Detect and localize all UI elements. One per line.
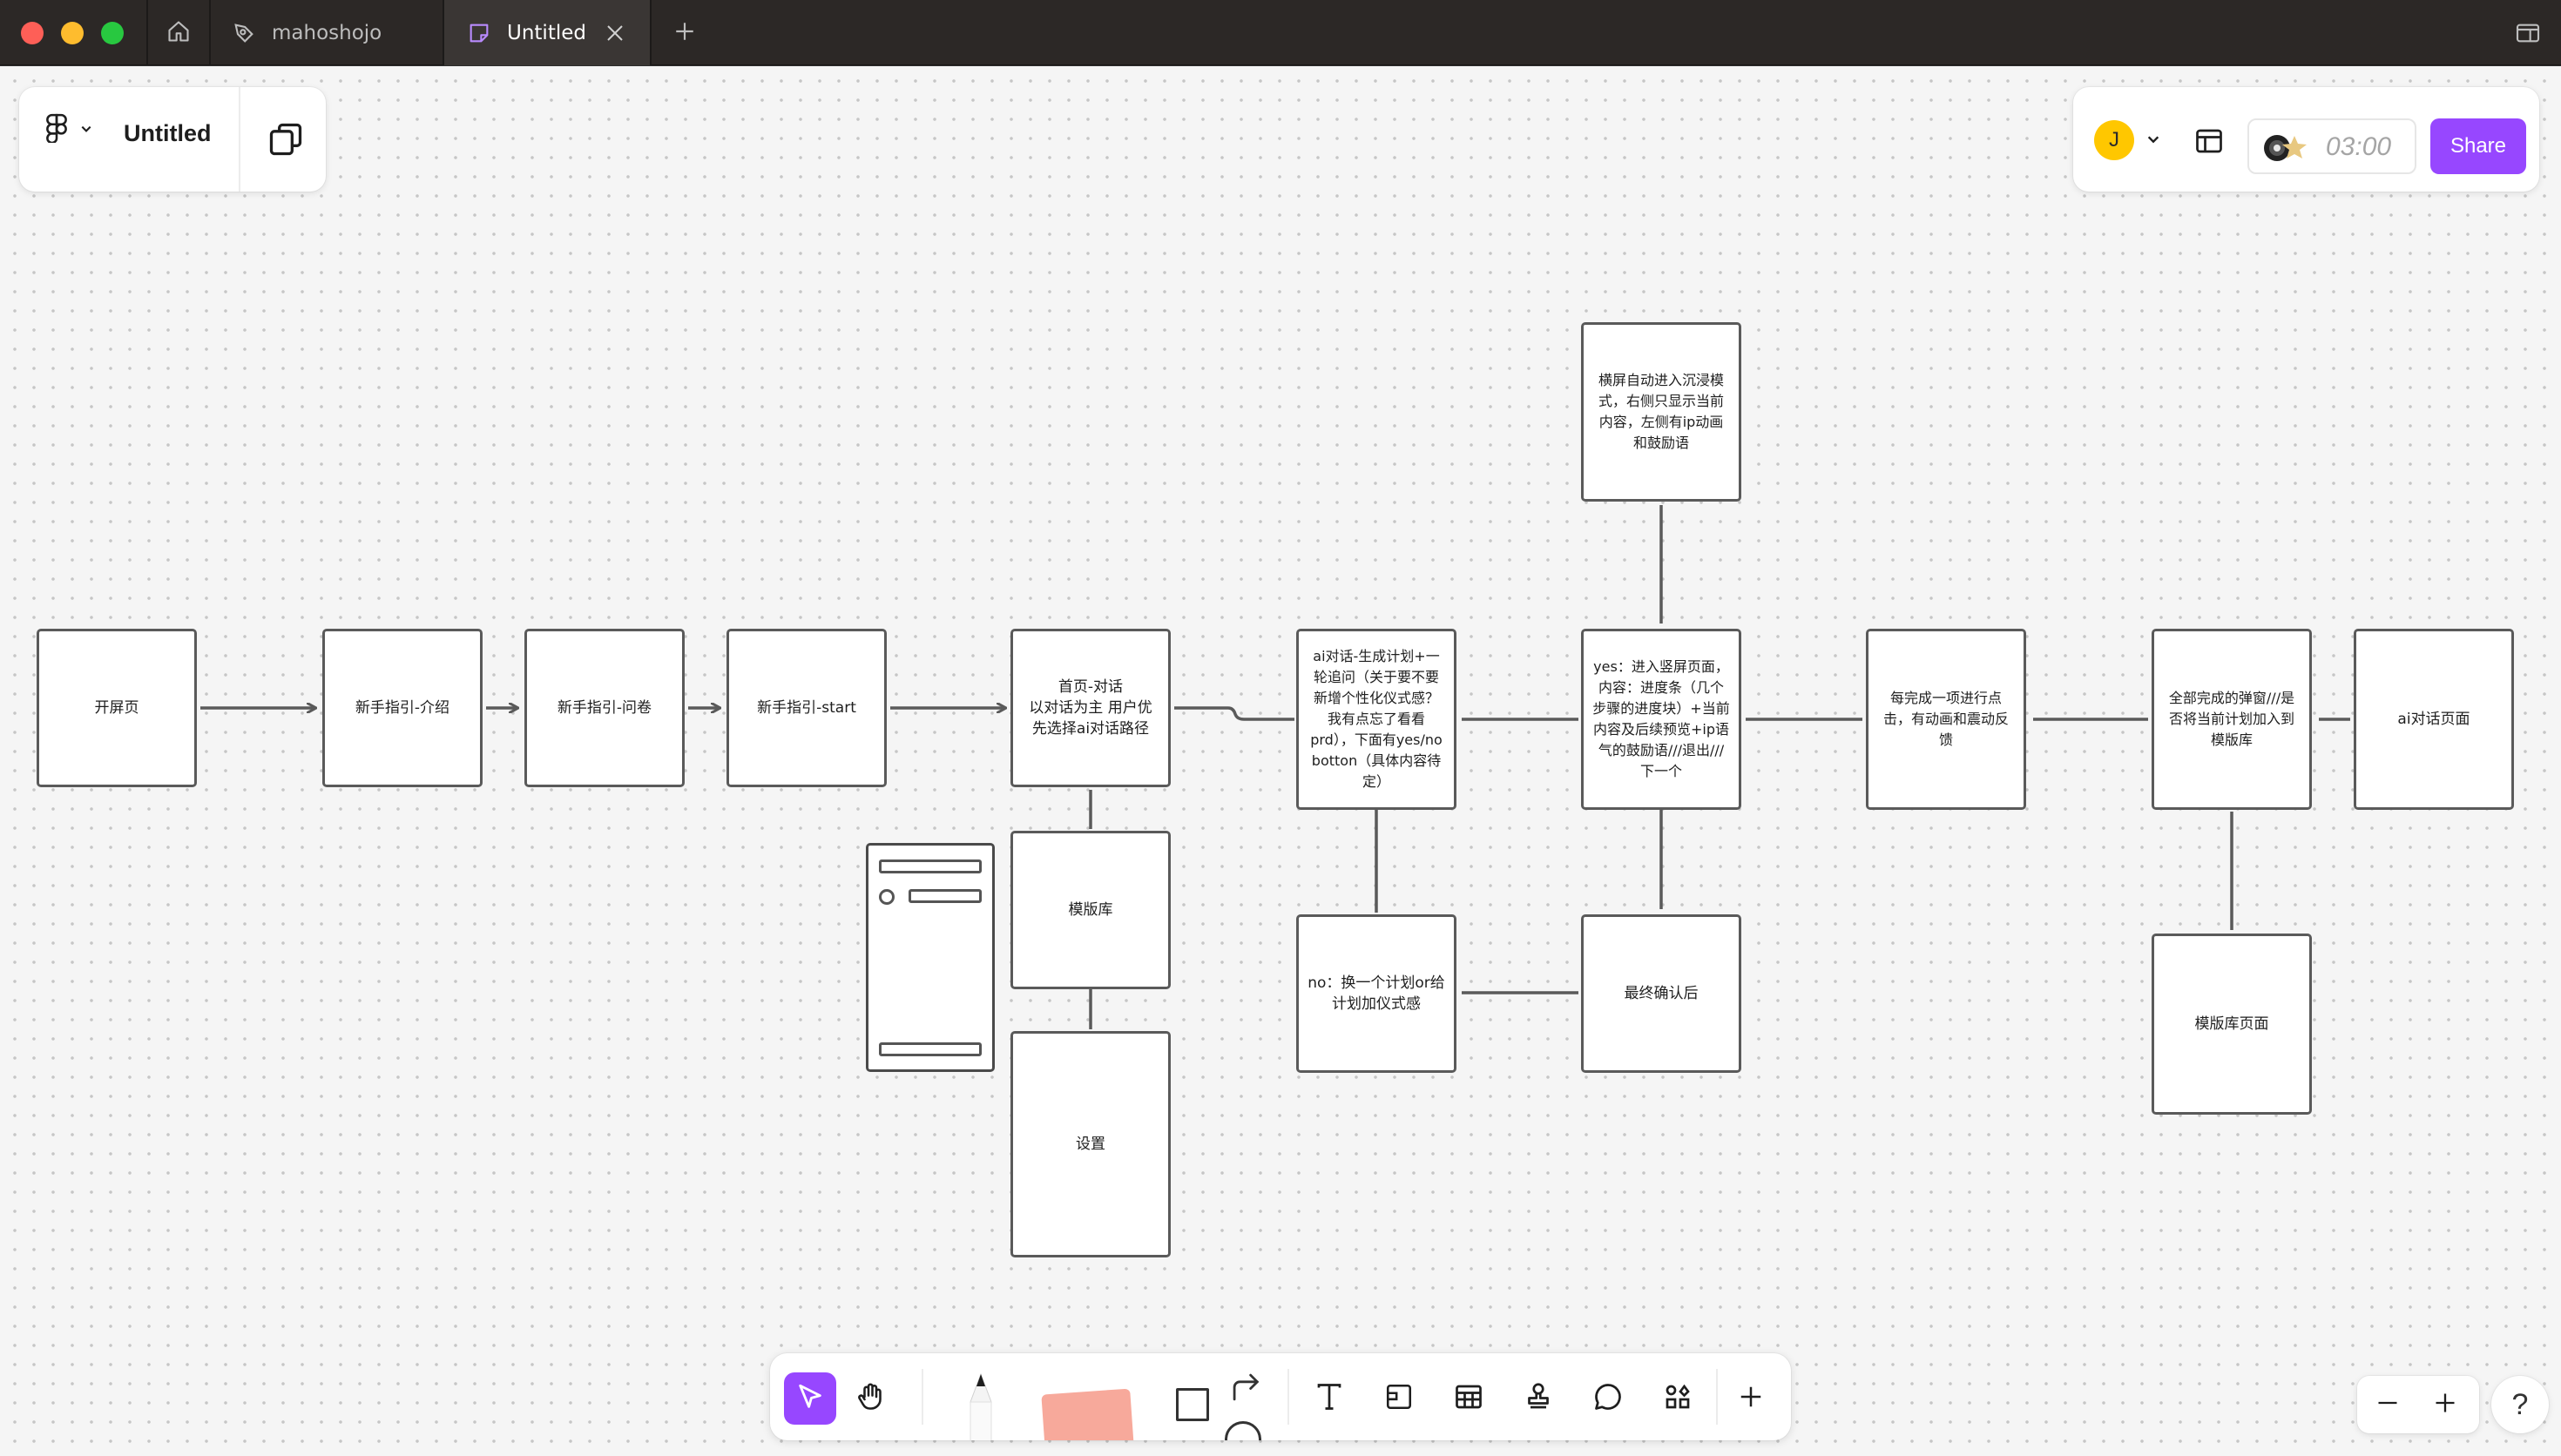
connector-arrow-icon[interactable] [1230,1372,1263,1405]
wireframe-bar [909,889,982,903]
maximize-window-button[interactable] [101,22,124,44]
close-window-button[interactable] [21,22,44,44]
pages-button[interactable] [267,120,305,162]
timer-widget[interactable]: 03:00 [2247,118,2416,174]
music-icon [2261,132,2317,164]
cursor-icon [795,1382,825,1415]
plus-icon [2433,1391,2457,1419]
stamp-icon [1523,1381,1554,1416]
collab-panel: J 03:00 Share [2073,87,2539,192]
section-tool[interactable] [1373,1372,1425,1425]
phone-wireframe[interactable] [866,843,995,1072]
section-icon [1384,1382,1414,1415]
node-guide-survey[interactable]: 新手指引-问卷 [524,629,685,787]
node-no-branch[interactable]: no：换一个计划or给计划加仪式感 [1296,914,1456,1073]
close-tab-icon[interactable] [605,23,625,49]
board-file-icon [467,21,491,45]
wireframe-bar [879,859,982,873]
home-tab[interactable] [148,0,209,65]
plus-icon [1738,1384,1764,1413]
more-apps-tool[interactable] [1652,1372,1704,1425]
figma-logo-icon [44,113,70,146]
node-settings[interactable]: 设置 [1010,1031,1171,1257]
share-button[interactable]: Share [2430,118,2526,174]
stamp-tool[interactable] [1512,1372,1564,1425]
board-canvas[interactable]: 开屏页 新手指引-介绍 新手指引-问卷 新手指引-start 首页-对话 以对话… [0,66,2561,1456]
new-tab-button[interactable] [669,17,700,49]
minus-icon [2375,1391,2400,1419]
chevron-down-icon[interactable] [2146,132,2160,150]
panel-divider [239,87,240,192]
main-menu-button[interactable] [44,113,92,146]
sidebar-toggle-icon[interactable] [2514,19,2542,51]
layout-icon[interactable] [2193,125,2225,160]
window-titlebar: mahoshojo Untitled [0,0,2561,65]
comment-tool[interactable] [1582,1372,1634,1425]
hand-icon [855,1381,887,1416]
tab-label: Untitled [507,21,586,44]
node-ai-plan[interactable]: ai对话-生成计划+一轮追问（关于要不要新增个性化仪式感？我有点忘了看看prd）… [1296,629,1456,810]
home-icon [166,19,191,47]
connector[interactable] [1174,706,1294,721]
apps-icon [1662,1381,1693,1416]
node-landscape-mode[interactable]: 横屏自动进入沉浸模式，右侧只显示当前内容，左侧有ip动画和鼓励语 [1581,322,1741,502]
node-home-chat[interactable]: 首页-对话 以对话为主 用户优先选择ai对话路径 [1010,629,1171,787]
pencil-tool[interactable] [953,1372,1009,1440]
text-tool[interactable] [1303,1372,1355,1425]
toolbar-divider [1716,1369,1718,1425]
toolbar-divider [922,1369,923,1425]
circle-shape-icon[interactable] [1225,1421,1261,1440]
add-tool-button[interactable] [1725,1372,1777,1425]
node-all-done[interactable]: 全部完成的弹窗///是否将当前计划加入到模版库 [2152,629,2312,810]
node-yes-branch[interactable]: yes：进入竖屏页面，内容：进度条（几个步骤的进度块）+当前内容及后续预览+ip… [1581,629,1741,810]
wireframe-dot [879,889,895,905]
pages-icon [267,123,305,162]
zoom-controls [2357,1376,2479,1433]
sticky-note-tool[interactable] [1041,1388,1135,1440]
user-avatar[interactable]: J [2094,120,2134,160]
comment-icon [1592,1381,1624,1416]
node-guide-intro[interactable]: 新手指引-介绍 [322,629,483,787]
table-icon [1453,1381,1484,1416]
node-template-page[interactable]: 模版库页面 [2152,934,2312,1115]
plus-icon [673,20,696,46]
minimize-window-button[interactable] [61,22,84,44]
file-title[interactable]: Untitled [124,120,212,147]
zoom-out-button[interactable] [2369,1386,2406,1423]
node-final-confirm[interactable]: 最终确认后 [1581,914,1741,1073]
node-template-library[interactable]: 模版库 [1010,831,1171,989]
tab-divider [650,0,652,65]
node-guide-start[interactable]: 新手指引-start [726,629,887,787]
pencil-icon [953,1372,1009,1440]
wireframe-bar [879,1042,982,1056]
figjam-logo-icon [232,21,256,45]
move-tool[interactable] [784,1372,836,1425]
table-tool[interactable] [1443,1372,1495,1425]
node-ai-chat-page[interactable]: ai对话页面 [2354,629,2514,810]
chevron-down-icon [80,122,92,138]
tab-mahoshojo[interactable]: mahoshojo [211,0,443,65]
help-button[interactable]: ? [2491,1376,2549,1433]
node-splash[interactable]: 开屏页 [37,629,197,787]
node-each-done[interactable]: 每完成一项进行点击，有动画和震动反馈 [1866,629,2026,810]
text-icon [1314,1381,1345,1416]
hand-tool[interactable] [845,1372,897,1425]
zoom-in-button[interactable] [2427,1386,2463,1423]
timer-text: 03:00 [2326,132,2392,161]
tab-untitled[interactable]: Untitled [444,0,650,65]
square-shape-icon[interactable] [1176,1388,1209,1421]
file-panel: Untitled [19,87,326,192]
tab-label: mahoshojo [272,21,382,44]
toolbar-divider [1287,1369,1289,1425]
creation-toolbar [770,1353,1791,1440]
